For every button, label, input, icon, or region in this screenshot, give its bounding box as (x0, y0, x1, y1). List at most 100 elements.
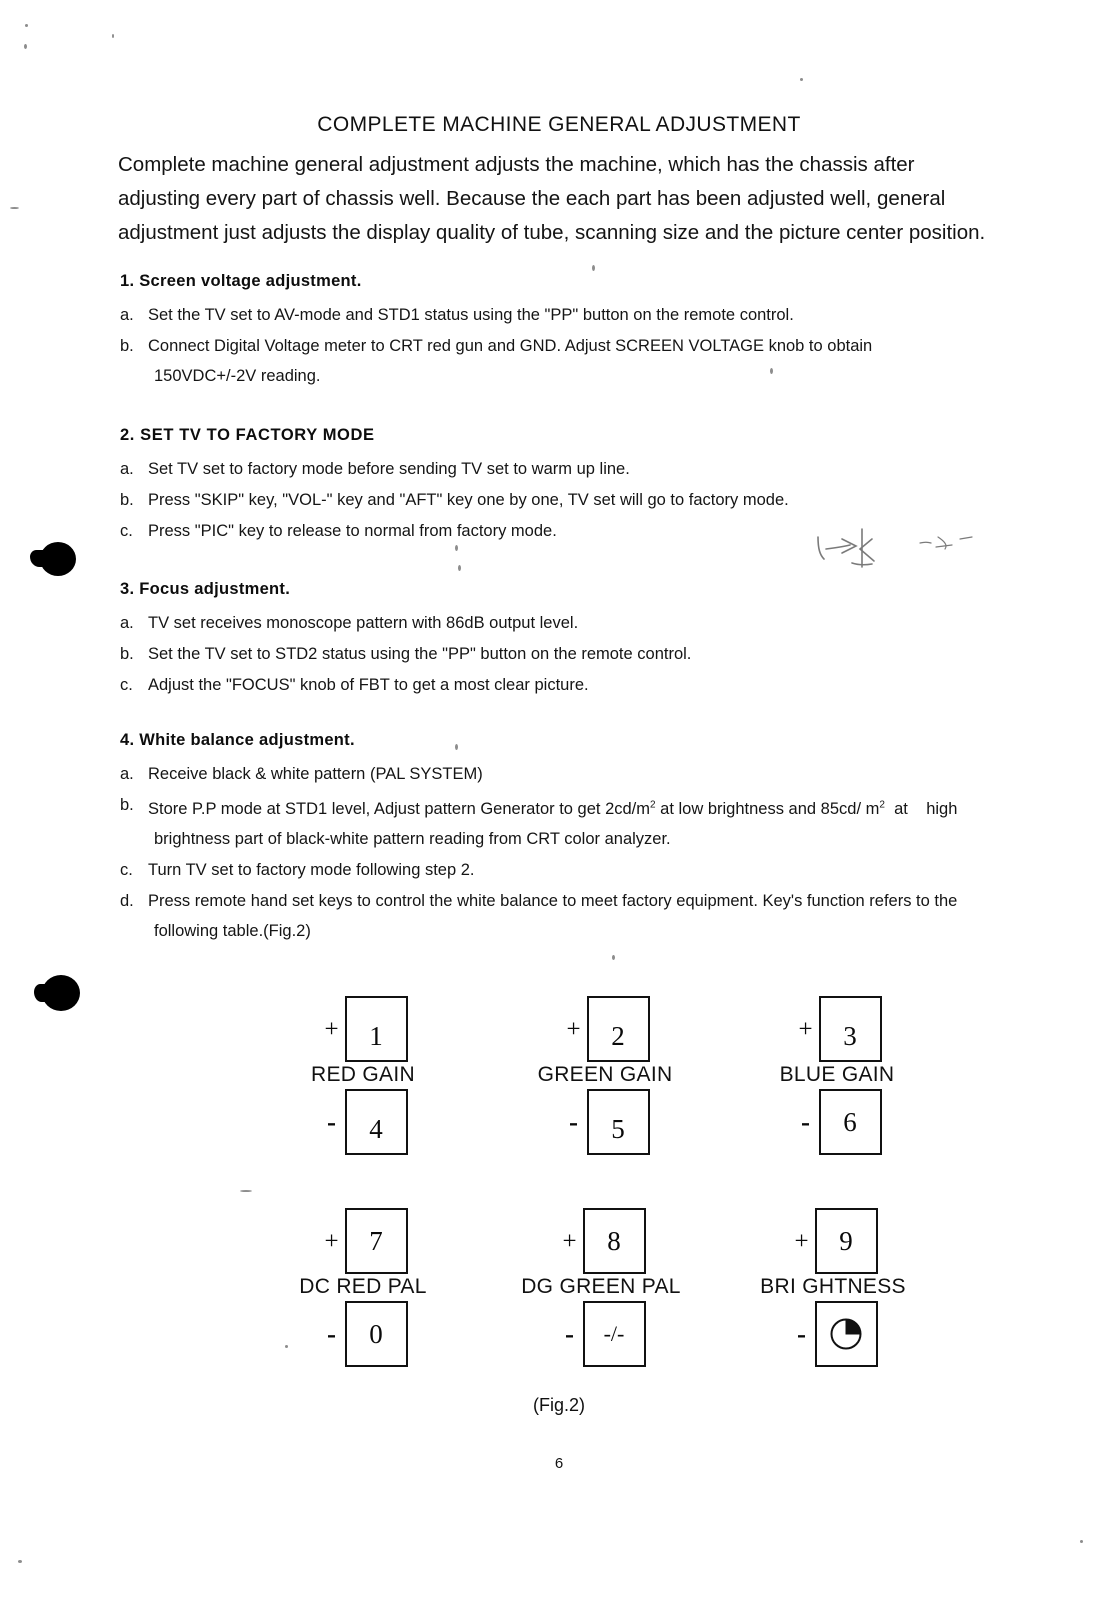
list-marker: b. (120, 645, 134, 663)
list-marker: b. (120, 491, 134, 509)
key-glyph: 5 (611, 1114, 625, 1144)
section-4: 4. White balance adjustment. a. Receive … (120, 731, 1000, 947)
key-button-dash-slash-dash[interactable]: -/- (582, 1301, 646, 1367)
list-marker: a. (120, 614, 134, 632)
list-text: Press remote hand set keys to control th… (148, 891, 958, 910)
key-button-6[interactable]: 6 (818, 1089, 882, 1155)
key-group-label: DC RED PAL (299, 1275, 427, 1298)
scan-speck (25, 24, 28, 27)
list-marker: b. (120, 796, 134, 814)
key-glyph: 7 (369, 1225, 383, 1256)
section-1-heading: 1. Screen voltage adjustment. (120, 272, 362, 290)
section-4-item-c: c. Turn TV set to factory mode following… (120, 855, 1000, 885)
key-group-blue-gain: + 3 BLUE GAIN - 6 (722, 996, 952, 1155)
section-2: 2. SET TV TO FACTORY MODE a. Set TV set … (120, 426, 1000, 547)
key-button-brightness[interactable] (814, 1301, 878, 1367)
plus-sign: + (794, 1227, 809, 1255)
key-group-dg-green-pal: + 8 DG GREEN PAL - -/- (486, 1208, 716, 1367)
list-text: Store P.P mode at STD1 level, Adjust pat… (148, 799, 958, 818)
scan-speck (10, 207, 19, 209)
section-2-item-b: b. Press "SKIP" key, "VOL-" key and "AFT… (120, 485, 1000, 515)
plus-sign: + (562, 1227, 577, 1255)
pie-clock-icon (830, 1318, 862, 1350)
scan-speck (1080, 1540, 1083, 1543)
list-marker: a. (120, 306, 134, 324)
minus-sign: - (801, 1106, 810, 1137)
section-2-item-a: a. Set TV set to factory mode before sen… (120, 454, 1000, 484)
list-text: Receive black & white pattern (PAL SYSTE… (148, 765, 483, 783)
key-button-7[interactable]: 7 (344, 1208, 408, 1274)
section-1-item-a: a. Set the TV set to AV-mode and STD1 st… (120, 300, 1000, 330)
section-1-item-b: b. Connect Digital Voltage meter to CRT … (120, 331, 1000, 391)
minus-sign: - (797, 1318, 806, 1349)
list-text: TV set receives monoscope pattern with 8… (148, 614, 579, 632)
key-row-plus: + 1 (248, 996, 478, 1062)
punch-hole-mark (30, 542, 76, 576)
page-title: COMPLETE MACHINE GENERAL ADJUSTMENT (317, 113, 801, 136)
section-3-item-a: a. TV set receives monoscope pattern wit… (120, 608, 1000, 638)
figure-caption: (Fig.2) (532, 1395, 585, 1415)
list-text-continued: 150VDC+/-2V reading. (154, 367, 321, 385)
key-button-0[interactable]: 0 (344, 1301, 408, 1367)
key-row-plus: + 3 (722, 996, 952, 1062)
key-glyph: 6 (843, 1106, 857, 1137)
minus-sign: - (327, 1106, 336, 1137)
key-button-8[interactable]: 8 (582, 1208, 646, 1274)
list-marker: b. (120, 337, 134, 355)
key-group-red-gain: + 1 RED GAIN - 4 (248, 996, 478, 1155)
list-text: Press "PIC" key to release to normal fro… (148, 522, 557, 540)
key-button-9[interactable]: 9 (814, 1208, 878, 1274)
intro-paragraph: Complete machine general adjustment adju… (118, 153, 986, 244)
scan-speck (458, 565, 461, 571)
key-glyph: 9 (839, 1225, 853, 1256)
key-group-label: BLUE GAIN (779, 1063, 895, 1086)
list-text: Connect Digital Voltage meter to CRT red… (148, 337, 873, 355)
scan-speck (800, 78, 803, 81)
key-row-minus: - 0 (248, 1301, 478, 1367)
list-text: Turn TV set to factory mode following st… (148, 860, 475, 879)
key-button-3[interactable]: 3 (818, 996, 882, 1062)
plus-sign: + (324, 1227, 339, 1255)
key-button-4[interactable]: 4 (344, 1089, 408, 1155)
key-glyph: 4 (369, 1114, 383, 1144)
scan-speck (112, 34, 114, 38)
key-row-plus: + 8 (486, 1208, 716, 1274)
section-3-item-c: c. Adjust the "FOCUS" knob of FBT to get… (120, 670, 1000, 700)
scan-speck (24, 44, 27, 49)
key-button-5[interactable]: 5 (586, 1089, 650, 1155)
key-group-label: GREEN GAIN (537, 1063, 673, 1086)
list-text: Set TV set to factory mode before sendin… (148, 460, 630, 478)
list-text: Adjust the "FOCUS" knob of FBT to get a … (148, 676, 589, 694)
key-glyph: -/- (603, 1321, 625, 1346)
section-1: 1. Screen voltage adjustment. a. Set the… (120, 272, 1000, 392)
list-text: Set the TV set to STD2 status using the … (148, 645, 692, 663)
list-text: Press "SKIP" key, "VOL-" key and "AFT" k… (148, 491, 789, 509)
key-glyph: 1 (369, 1021, 383, 1051)
key-row-plus: + 9 (718, 1208, 948, 1274)
key-row-plus: + 2 (490, 996, 720, 1062)
key-button-1[interactable]: 1 (344, 996, 408, 1062)
section-4-item-d: d. Press remote hand set keys to control… (120, 886, 1000, 946)
key-row-minus: - -/- (486, 1301, 716, 1367)
plus-sign: + (798, 1015, 813, 1043)
key-glyph: 0 (369, 1318, 383, 1349)
minus-sign: - (569, 1106, 578, 1137)
list-marker: c. (120, 676, 133, 694)
section-4-heading: 4. White balance adjustment. (120, 731, 355, 749)
list-marker: d. (120, 891, 134, 910)
plus-sign: + (566, 1015, 581, 1043)
key-group-dc-red-pal: + 7 DC RED PAL - 0 (248, 1208, 478, 1367)
key-glyph: 3 (843, 1021, 857, 1051)
plus-sign: + (324, 1015, 339, 1043)
section-2-heading: 2. SET TV TO FACTORY MODE (120, 426, 375, 444)
key-group-label: BRI GHTNESS (760, 1275, 906, 1298)
key-button-2[interactable]: 2 (586, 996, 650, 1062)
scanned-page: COMPLETE MACHINE GENERAL ADJUSTMENT Comp… (0, 0, 1118, 1600)
list-marker: c. (120, 522, 133, 540)
list-text-continued: following table.(Fig.2) (154, 921, 311, 940)
section-4-item-a: a. Receive black & white pattern (PAL SY… (120, 759, 1000, 789)
key-glyph: 2 (611, 1021, 625, 1051)
page-number: 6 (554, 1455, 564, 1472)
key-group-green-gain: + 2 GREEN GAIN - 5 (490, 996, 720, 1155)
scan-speck (592, 265, 595, 271)
